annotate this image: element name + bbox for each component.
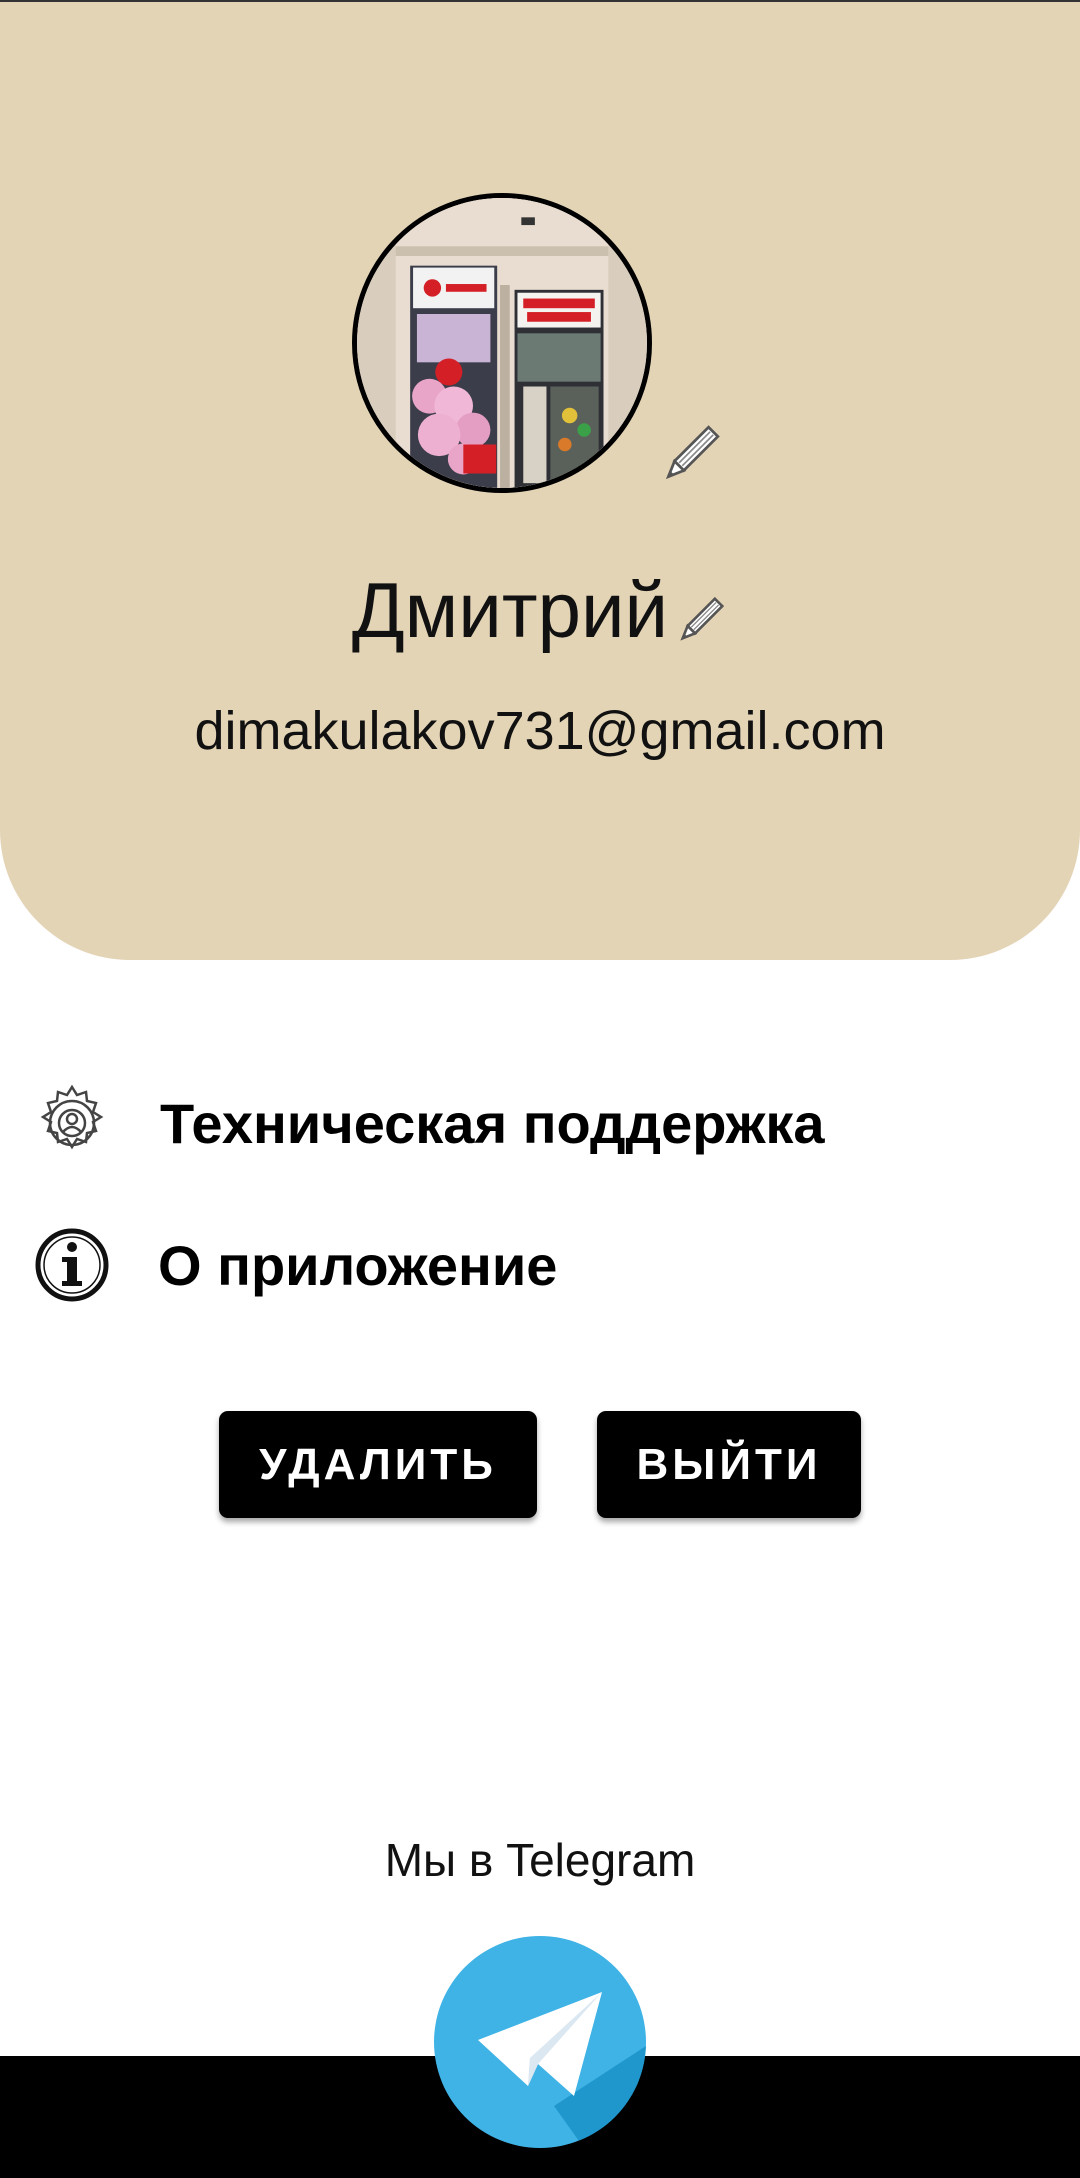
delete-account-button[interactable]: УДАЛИТЬ [219, 1411, 537, 1518]
name-row: Дмитрий [0, 565, 1080, 655]
status-divider [0, 0, 1080, 2]
menu-item-support[interactable]: Техническая поддержка [32, 1078, 1032, 1168]
edit-name-pencil-icon[interactable] [672, 593, 728, 649]
avatar[interactable] [352, 193, 652, 493]
telegram-icon[interactable] [434, 1936, 646, 2148]
info-icon [35, 1228, 109, 1302]
menu-item-about[interactable]: О приложение [32, 1220, 1032, 1310]
edit-avatar-pencil-icon[interactable] [655, 420, 725, 490]
avatar-container[interactable] [352, 193, 652, 493]
logout-button[interactable]: ВЫЙТИ [597, 1411, 861, 1518]
profile-name: Дмитрий [351, 566, 669, 654]
profile-email: dimakulakov731@gmail.com [194, 701, 886, 761]
profile-screen: Дмитрий dimakulakov731@gmail.com Техниче… [0, 0, 1080, 2178]
menu-label-about: О приложение [158, 1233, 558, 1297]
gear-icon [40, 1084, 104, 1150]
telegram-caption: Мы в Telegram [384, 1834, 696, 1886]
avatar-image [357, 198, 647, 488]
menu-label-support: Техническая поддержка [160, 1091, 825, 1155]
